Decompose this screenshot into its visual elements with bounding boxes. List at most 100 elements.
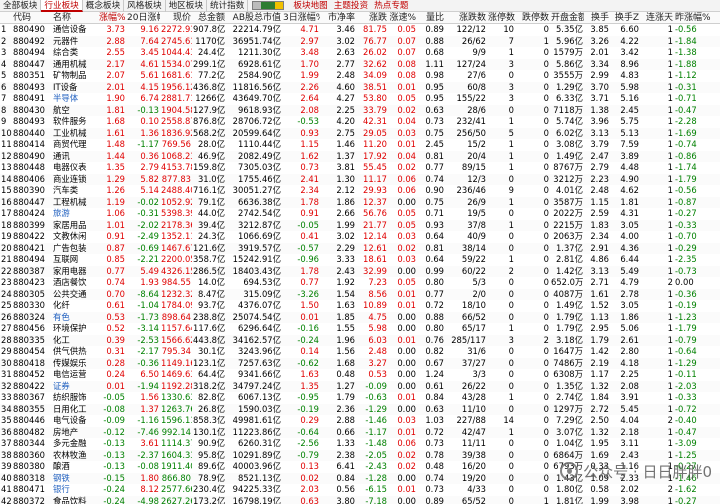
table-row[interactable]: 13880448电器仪表1.352.794153.78159.8亿7305.03… — [0, 162, 720, 174]
table-row[interactable]: 18880399 家居用品 1.01 -2.022178.36 39.4亿 3212.87… — [0, 219, 720, 232]
table-row[interactable]: 23 880423 酒店餐饮 0.74 1.93 984.55 14.0亿 694.53亿 0.… — [0, 277, 720, 289]
column-header-4[interactable]: 20日涨幅% — [126, 12, 160, 24]
column-header-3[interactable]: 涨幅% — [98, 12, 126, 24]
column-header-9[interactable]: 市净率 — [320, 12, 356, 24]
table-row[interactable]: 25880330 化纤 0.61 -1.041784.09 93.7亿 4376.07亿 1… — [0, 300, 720, 312]
sector-name[interactable]: 传媒娱乐 — [52, 358, 98, 370]
sector-name[interactable]: 通信设备 — [52, 24, 98, 36]
column-header-13[interactable]: 涨跌数 — [445, 12, 487, 24]
table-row[interactable]: 42880372 食品饮料 -0.24 -4.982627.26173.2亿 16798… — [0, 495, 720, 504]
sector-name[interactable]: 纺织服饰 — [52, 392, 98, 404]
sector-name[interactable]: 食品饮料 — [52, 496, 98, 504]
table-row[interactable]: 6 880493 IT设备 2.01 4.151956.12436.8亿 11816.56… — [0, 81, 720, 94]
sector-name[interactable]: 旅游 — [52, 208, 98, 220]
sector-name[interactable]: 综合类 — [52, 47, 98, 59]
table-row[interactable]: 17880424 旅游 1.06 -0.315398.39 44.0亿 2742.54亿 0… — [0, 208, 720, 220]
table-row[interactable]: 41880471 银行 -0.24 8.122577.66230.4亿 94225.33… — [0, 484, 720, 496]
sector-name[interactable]: 工程机械 — [52, 197, 98, 209]
sector-name[interactable]: 工业机械 — [52, 128, 98, 140]
sector-name[interactable]: 半导体 — [52, 93, 98, 105]
table-row[interactable]: 34880355 日用化工 -0.08 1.371263.76 26.8亿 1590.03… — [0, 403, 720, 415]
column-header-15[interactable]: 跌停数 — [515, 12, 550, 24]
table-row[interactable]: 36 880482 房地产 -0.12 -7.46 992.14 130.1亿 11223.8… — [0, 426, 720, 439]
table-row[interactable]: 21880494 互联网 0.85 -2.212200.05358.7亿 15242.9… — [0, 254, 720, 266]
tab-1[interactable]: 行业板块 — [41, 0, 83, 12]
table-row[interactable]: 7 880491 半导体 1.90 6.742881.711266亿 43649.70亿 2… — [0, 93, 720, 105]
table-row[interactable]: 8 880430 航空 1.81 -0.131904.58127.9亿 9618.93亿 2… — [0, 104, 720, 117]
table-row[interactable]: 37880344 多元金融 -0.13 3.611114.37 90.9亿 6260.31… — [0, 438, 720, 450]
sector-name[interactable]: 化纤 — [52, 300, 98, 312]
column-header-11[interactable]: 涨速% — [388, 12, 417, 24]
table-row[interactable]: 4 880447 通用机械 2.17 4.611534.07299.1亿 6928.61亿… — [0, 58, 720, 71]
column-header-20[interactable]: 昨涨幅% — [674, 12, 712, 24]
column-header-10[interactable]: 涨跌 — [356, 12, 388, 24]
tab-4[interactable]: 地区板块 — [166, 0, 207, 12]
sector-name[interactable]: 电气设备 — [52, 415, 98, 427]
sector-name[interactable]: 有色 — [52, 312, 98, 324]
column-header-6[interactable]: 总金额 — [192, 12, 226, 24]
view-toggle-switch[interactable] — [252, 1, 285, 10]
sector-name[interactable]: 矿物制品 — [52, 70, 98, 82]
table-row[interactable]: 20880421 广告包装 0.87 -0.691467.67121.6亿 3919.5… — [0, 242, 720, 255]
sector-name[interactable]: 酿酒 — [52, 461, 98, 473]
column-header-2[interactable]: 名称 — [52, 12, 98, 24]
sector-name[interactable]: 环境保护 — [52, 323, 98, 335]
table-row[interactable]: 5 880351 矿物制品 2.07 5.611681.61 77.2亿 2584.90亿 1… — [0, 70, 720, 82]
sector-name[interactable]: 钢铁 — [52, 473, 98, 485]
sector-name[interactable]: 公共交通 — [52, 289, 98, 301]
sector-name[interactable]: 航空 — [52, 105, 98, 117]
column-header-7[interactable]: AB股总市值 — [226, 12, 282, 24]
table-row[interactable]: 35880446 电气设备 -0.09 -1.161596.11858.3亿 49981… — [0, 415, 720, 427]
sector-name[interactable]: 多元金融 — [52, 438, 98, 450]
sector-name[interactable]: 化工 — [52, 335, 98, 347]
table-row[interactable]: 29 880454 供气供热 0.31 -2.17 795.34 30.1亿 3243.96亿… — [0, 346, 720, 358]
table-row[interactable]: 22880387家用电器0.775.494326.15286.5亿18403.4… — [0, 265, 720, 278]
table-row[interactable]: 15880390 汽车类 1.26 5.142488.40716.1亿 30051.27… — [0, 185, 720, 197]
table-row[interactable]: 9 880493 软件服务 1.68 0.102558.87876.8亿 28706.72… — [0, 116, 720, 128]
table-row[interactable]: 31880452 电信运营 0.24 6.501469.63 64.4亿 9341.66亿… — [0, 369, 720, 381]
sector-name[interactable]: 房地产 — [52, 427, 98, 439]
sector-name[interactable]: 通讯 — [52, 151, 98, 163]
column-header-17[interactable]: 换手 — [584, 12, 610, 24]
sector-name[interactable]: IT设备 — [52, 82, 98, 94]
column-header-8[interactable]: 3日涨幅% — [282, 12, 320, 24]
tab-0[interactable]: 全部板块 — [0, 0, 42, 12]
table-row[interactable]: 2 880492 元器件 2.88 7.642745.611170亿 36951.74亿 2… — [0, 35, 720, 47]
sector-name[interactable]: 文教休闲 — [52, 231, 98, 243]
extra-tab-2[interactable]: 热点专题 — [371, 0, 411, 12]
table-row[interactable]: 33880367 纺织服饰 -0.05 1.561330.63 82.8亿 6067.13… — [0, 392, 720, 404]
sector-name[interactable]: 商贸代理 — [52, 139, 98, 151]
sector-name[interactable]: 证券 — [52, 381, 98, 393]
table-row[interactable]: 30880418 传媒娱乐 0.28 -0.361149.16123.1亿 7257.6… — [0, 357, 720, 370]
column-header-16[interactable]: 开盘金额 — [550, 12, 584, 24]
table-row[interactable]: 24880305 公共交通 0.70 -8.641232.32 8.47亿 315.09亿… — [0, 288, 720, 301]
sector-name[interactable]: 银行 — [52, 484, 98, 496]
sector-name[interactable]: 软件服务 — [52, 116, 98, 128]
table-row[interactable]: 28880335 化工 0.39 -2.531566.62443.8亿 34162.57… — [0, 334, 720, 347]
table-row[interactable]: 16880447 工程机械 1.19 -0.021052.92 79.1亿 6636.38… — [0, 196, 720, 209]
column-header-0[interactable] — [0, 12, 12, 24]
sector-name[interactable]: 电信运营 — [52, 369, 98, 381]
sector-name[interactable]: 商业连锁 — [52, 174, 98, 186]
table-row[interactable]: 19880422 文教休闲 0.91 -2.491352.11 24.3亿 1066.69… — [0, 231, 720, 243]
column-header-18[interactable]: 换手Z — [610, 12, 640, 24]
sector-name[interactable]: 家用电器 — [52, 266, 98, 278]
column-header-19[interactable]: 连涨天 — [640, 12, 674, 24]
sector-name[interactable]: 互联网 — [52, 254, 98, 266]
sector-name[interactable]: 汽车类 — [52, 185, 98, 197]
sector-name[interactable]: 通用机械 — [52, 59, 98, 71]
extra-tab-0[interactable]: 板块地图 — [290, 0, 330, 12]
sector-name[interactable]: 家居用品 — [52, 220, 98, 232]
column-header-5[interactable]: 现价 — [160, 12, 192, 24]
column-header-12[interactable]: 量比 — [417, 12, 445, 24]
tab-2[interactable]: 概念板块 — [83, 0, 125, 12]
table-row[interactable]: 11 880414 商贸代理 1.48 -1.17 769.56 28.0亿 1110.44亿… — [0, 139, 720, 151]
table-row[interactable]: 3 880494 综合类 2.55 3.451044.43 24.4亿 1211.30亿 3.… — [0, 47, 720, 59]
tab-5[interactable]: 统计指数 — [207, 0, 249, 12]
table-row[interactable]: 14 880406 商业连锁 1.29 5.82 877.83 31.0亿 1755.46亿 2… — [0, 173, 720, 186]
tab-3[interactable]: 风格板块 — [124, 0, 166, 12]
sector-name[interactable]: 广告包装 — [52, 243, 98, 255]
sector-name[interactable]: 电器仪表 — [52, 162, 98, 174]
table-row[interactable]: 12880490 通讯 1.44 0.361068.23 46.9亿 2082.49亿 1.… — [0, 150, 720, 163]
sector-name[interactable]: 农林牧渔 — [52, 450, 98, 462]
